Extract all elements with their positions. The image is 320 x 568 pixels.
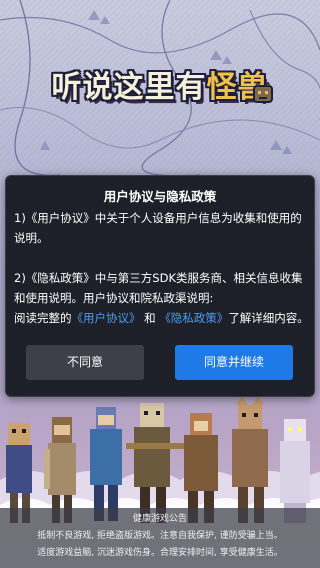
privacy-policy-description: 2)《隐私政策》中与第三方SDK类服务商、相关信息收集和使用说明。用户协议和院私…: [14, 271, 303, 305]
game-logo-text: 听说这里有怪兽: [51, 70, 269, 105]
notice-line-2: 适度游戏益脑, 沉迷游戏伤身。合理安排时间, 享受健康生活。: [37, 548, 283, 558]
monster-head-icon: [253, 82, 273, 103]
character-6: [232, 395, 268, 523]
character-3: [90, 407, 122, 521]
read-full-terms-line: 阅读完整的《用户协议》 和 《隐私政策》了解详细内容。: [14, 311, 309, 325]
dialog-body: 1)《用户协议》中关于个人设备用户信息为收集和使用的说明。 2)《隐私政策》中与…: [14, 208, 310, 328]
agree-and-continue-button[interactable]: 同意并继续: [175, 345, 293, 380]
character-4: [126, 403, 184, 523]
notice-title: 健康游戏公告: [132, 514, 187, 524]
game-launch-screen: 听说这里有怪兽 用户协议与隐私政策 1)《用户协议》中关于个人设备用户信息为收集…: [0, 0, 320, 568]
disagree-button[interactable]: 不同意: [26, 345, 144, 380]
user-agreement-description: 1)《用户协议》中关于个人设备用户信息为收集和使用的说明。: [14, 211, 302, 245]
dialog-title: 用户协议与隐私政策: [103, 189, 217, 204]
character-5: [184, 413, 218, 523]
health-game-notice: 健康游戏公告 抵制不良游戏, 拒绝盗版游戏。注意自我保护, 谨防受骗上当。 适度…: [0, 508, 320, 568]
user-agreement-link[interactable]: 《用户协议》: [72, 311, 141, 325]
notice-line-1: 抵制不良游戏, 拒绝盗版游戏。注意自我保护, 谨防受骗上当。: [37, 531, 283, 541]
privacy-policy-link[interactable]: 《隐私政策》: [159, 311, 228, 325]
